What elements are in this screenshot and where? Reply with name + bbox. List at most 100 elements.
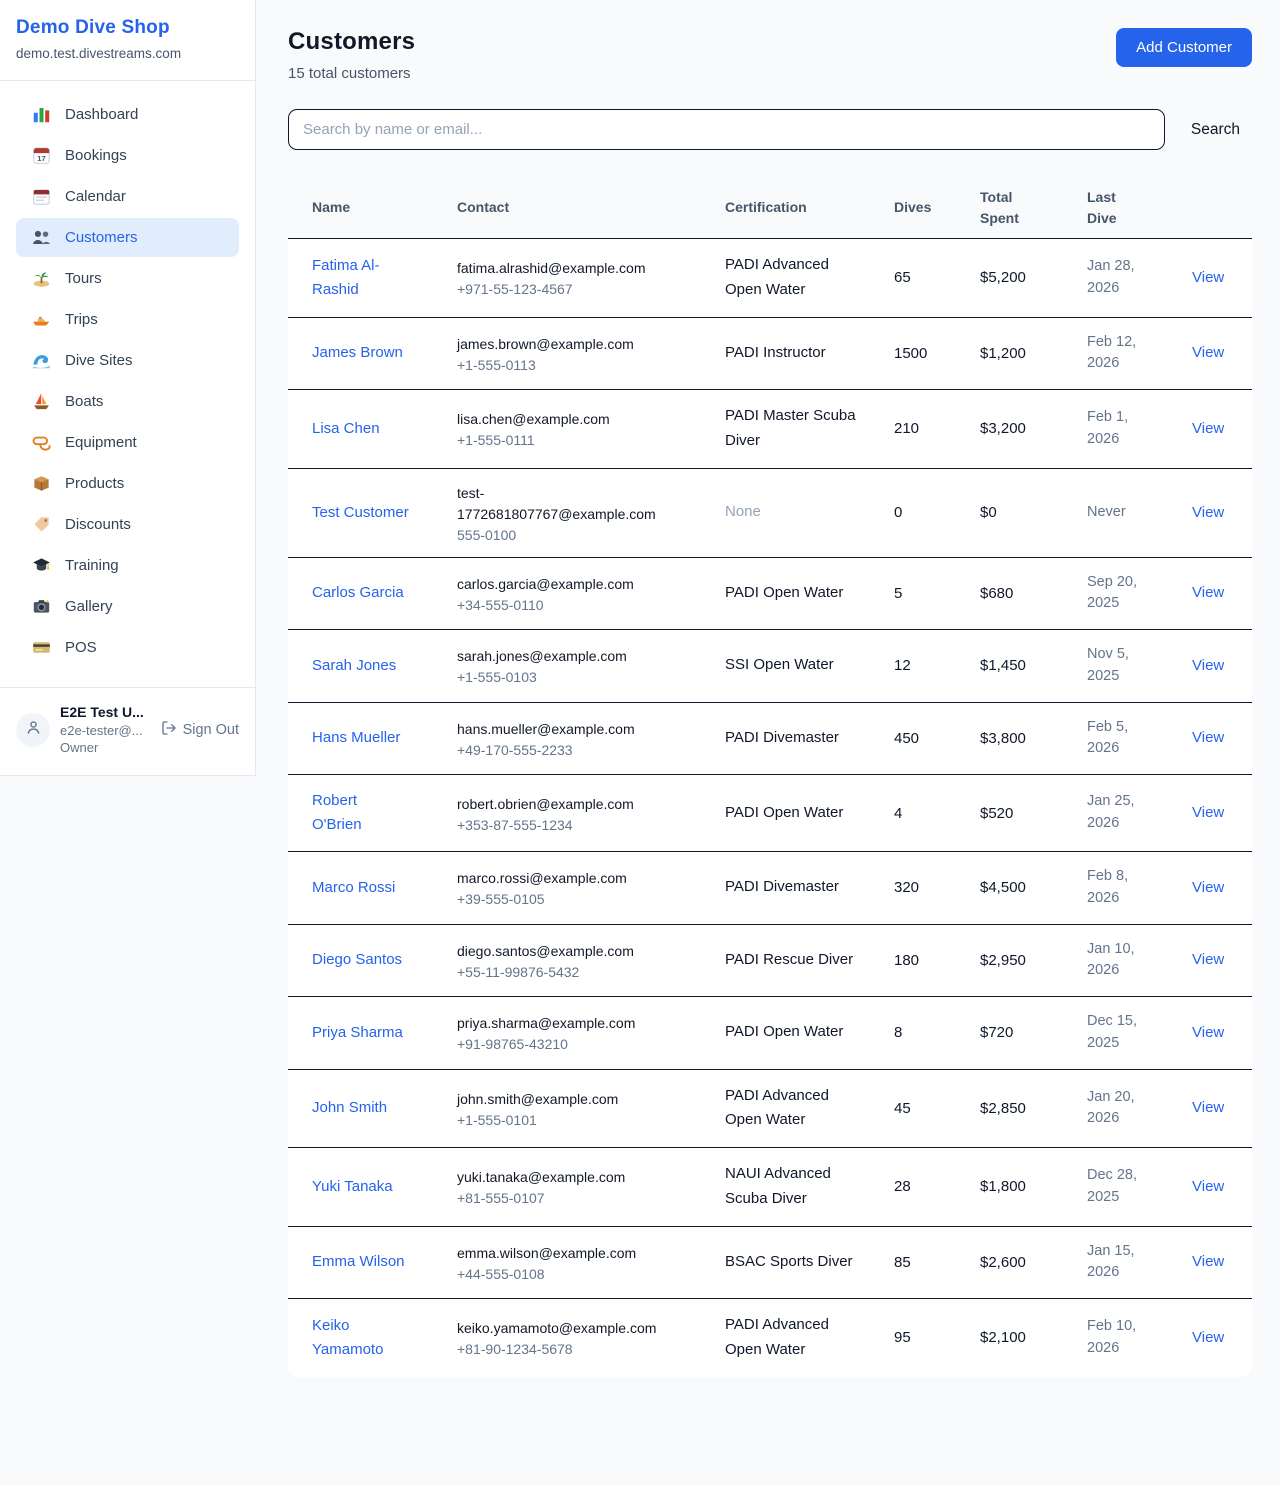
view-customer-link[interactable]: View	[1192, 420, 1224, 437]
sidebar-item-pos[interactable]: POS	[16, 628, 239, 667]
view-customer-link[interactable]: View	[1192, 1329, 1224, 1346]
customer-name-link[interactable]: Test Customer	[312, 501, 409, 525]
customer-dives: 0	[894, 504, 980, 521]
camera-icon	[32, 597, 51, 616]
customer-name-link[interactable]: Sarah Jones	[312, 654, 396, 678]
sidebar-item-equipment[interactable]: Equipment	[16, 423, 239, 462]
page-title: Customers	[288, 28, 415, 56]
view-customer-link[interactable]: View	[1192, 504, 1224, 521]
customer-name-link[interactable]: Carlos Garcia	[312, 581, 404, 605]
sign-out-button[interactable]: Sign Out	[161, 720, 239, 740]
diving-mask-icon	[32, 433, 51, 452]
credit-card-icon	[32, 638, 51, 657]
sidebar-item-label: Gallery	[65, 598, 113, 615]
customer-dives: 95	[894, 1329, 980, 1346]
customer-dives: 12	[894, 657, 980, 674]
bookings-calendar-icon: 17	[32, 146, 51, 165]
view-customer-link[interactable]: View	[1192, 584, 1224, 601]
customer-name-link[interactable]: Priya Sharma	[312, 1021, 403, 1045]
view-customer-link[interactable]: View	[1192, 1099, 1224, 1116]
sidebar-nav: Dashboard 17 Bookings Calendar Customers…	[0, 80, 255, 679]
customer-certification: None	[725, 500, 860, 525]
view-customer-link[interactable]: View	[1192, 657, 1224, 674]
customer-phone: +55-11-99876-5432	[457, 964, 705, 980]
customer-email: john.smith@example.com	[457, 1089, 675, 1110]
sidebar-item-trips[interactable]: Trips	[16, 300, 239, 339]
package-icon	[32, 474, 51, 493]
page-header-text: Customers 15 total customers	[288, 28, 415, 82]
customer-phone: +81-90-1234-5678	[457, 1341, 705, 1357]
speedboat-icon	[32, 310, 51, 329]
customer-email: carlos.garcia@example.com	[457, 574, 675, 595]
view-customer-link[interactable]: View	[1192, 879, 1224, 896]
customer-name-link[interactable]: Robert O'Brien	[312, 789, 410, 837]
customer-phone: +353-87-555-1234	[457, 817, 705, 833]
customer-name-link[interactable]: Hans Mueller	[312, 726, 400, 750]
table-row: Keiko Yamamoto keiko.yamamoto@example.co…	[288, 1299, 1252, 1377]
view-customer-link[interactable]: View	[1192, 804, 1224, 821]
add-customer-button[interactable]: Add Customer	[1116, 28, 1252, 67]
customer-certification: PADI Divemaster	[725, 875, 860, 900]
table-row: Sarah Jones sarah.jones@example.com +1-5…	[288, 630, 1252, 703]
sidebar-item-gallery[interactable]: Gallery	[16, 587, 239, 626]
sidebar-item-calendar[interactable]: Calendar	[16, 177, 239, 216]
column-header-last-dive: Last Dive	[1087, 187, 1135, 228]
table-row: John Smith john.smith@example.com +1-555…	[288, 1070, 1252, 1149]
column-header-name: Name	[312, 197, 457, 217]
customer-dives: 1500	[894, 345, 980, 362]
customer-dives: 450	[894, 730, 980, 747]
sidebar-item-customers[interactable]: Customers	[16, 218, 239, 257]
customer-last-dive: Jan 25, 2026	[1087, 791, 1151, 835]
logout-icon	[161, 720, 177, 740]
customer-total-spent: $1,450	[980, 657, 1087, 674]
customer-name-link[interactable]: James Brown	[312, 341, 403, 365]
customer-phone: +49-170-555-2233	[457, 742, 705, 758]
customers-table: Name Contact Certification Dives Total S…	[288, 177, 1252, 1377]
customer-name-link[interactable]: Fatima Al-Rashid	[312, 254, 410, 302]
sidebar-item-label: Trips	[65, 311, 98, 328]
customer-phone: +1-555-0103	[457, 669, 705, 685]
sailboat-icon	[32, 392, 51, 411]
customer-last-dive: Feb 12, 2026	[1087, 332, 1151, 376]
customer-last-dive: Jan 28, 2026	[1087, 256, 1151, 300]
view-customer-link[interactable]: View	[1192, 1253, 1224, 1270]
island-icon	[32, 269, 51, 288]
customer-total-spent: $1,200	[980, 345, 1087, 362]
sidebar-item-dashboard[interactable]: Dashboard	[16, 95, 239, 134]
column-header-contact: Contact	[457, 197, 725, 217]
customer-certification: PADI Open Water	[725, 801, 860, 826]
view-customer-link[interactable]: View	[1192, 1024, 1224, 1041]
customer-total-spent: $2,950	[980, 952, 1087, 969]
customer-last-dive: Feb 8, 2026	[1087, 866, 1151, 910]
customer-name-link[interactable]: Keiko Yamamoto	[312, 1314, 410, 1362]
sidebar-item-label: Training	[65, 557, 119, 574]
customer-email: priya.sharma@example.com	[457, 1013, 675, 1034]
user-box: E2E Test U... e2e-tester@... Owner Sign …	[0, 687, 255, 775]
customer-email: sarah.jones@example.com	[457, 646, 675, 667]
sidebar-item-dive-sites[interactable]: Dive Sites	[16, 341, 239, 380]
view-customer-link[interactable]: View	[1192, 951, 1224, 968]
view-customer-link[interactable]: View	[1192, 1178, 1224, 1195]
view-customer-link[interactable]: View	[1192, 344, 1224, 361]
customer-dives: 45	[894, 1100, 980, 1117]
search-button[interactable]: Search	[1191, 121, 1240, 139]
sidebar-item-tours[interactable]: Tours	[16, 259, 239, 298]
search-input[interactable]	[288, 109, 1165, 150]
sidebar-item-training[interactable]: Training	[16, 546, 239, 585]
customer-name-link[interactable]: Marco Rossi	[312, 876, 395, 900]
sidebar-item-discounts[interactable]: Discounts	[16, 505, 239, 544]
customer-total-spent: $3,200	[980, 420, 1087, 437]
sidebar-item-label: Tours	[65, 270, 102, 287]
customer-name-link[interactable]: Yuki Tanaka	[312, 1175, 393, 1199]
sidebar-item-boats[interactable]: Boats	[16, 382, 239, 421]
customer-name-link[interactable]: Diego Santos	[312, 948, 402, 972]
sidebar-item-products[interactable]: Products	[16, 464, 239, 503]
sidebar-item-bookings[interactable]: 17 Bookings	[16, 136, 239, 175]
customer-name-link[interactable]: Emma Wilson	[312, 1250, 405, 1274]
view-customer-link[interactable]: View	[1192, 269, 1224, 286]
customer-total-spent: $1,800	[980, 1178, 1087, 1195]
customer-name-link[interactable]: Lisa Chen	[312, 417, 380, 441]
user-role: Owner	[60, 739, 151, 757]
view-customer-link[interactable]: View	[1192, 729, 1224, 746]
customer-name-link[interactable]: John Smith	[312, 1096, 387, 1120]
